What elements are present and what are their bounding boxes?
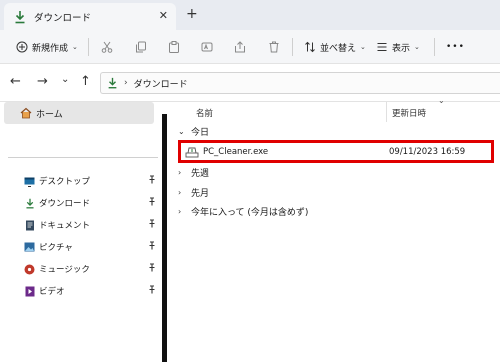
nav-item-label: ドキュメント bbox=[39, 221, 91, 231]
desktop-icon bbox=[24, 176, 35, 187]
file-row[interactable]: PC_Cleaner.exe 09/11/2023 16:59 bbox=[178, 140, 494, 163]
view-icon bbox=[377, 43, 387, 51]
copy-button[interactable] bbox=[135, 30, 147, 64]
column-header-date[interactable]: 更新日時 bbox=[392, 107, 426, 119]
chevron-down-icon: ⌄ bbox=[414, 43, 420, 51]
nav-pane-scrollbar[interactable] bbox=[162, 114, 167, 362]
group-label: 先月 bbox=[191, 188, 210, 199]
breadcrumb-downloads[interactable]: ダウンロード bbox=[134, 77, 188, 90]
breadcrumb-separator: › bbox=[124, 78, 128, 88]
pin-icon bbox=[148, 285, 156, 297]
share-icon bbox=[235, 41, 245, 53]
chevron-down-icon: ⌄ bbox=[360, 43, 366, 51]
download-icon bbox=[15, 10, 25, 23]
tab-downloads[interactable]: ダウンロード ✕ bbox=[4, 3, 176, 30]
nav-item-home[interactable]: ホーム bbox=[4, 102, 154, 124]
sort-indicator: ⌄ bbox=[438, 96, 445, 105]
nav-item-label: デスクトップ bbox=[39, 177, 91, 187]
command-bar: 新規作成 ⌄ 並べ替え ⌄ 表示 ⌄ ••• bbox=[0, 30, 500, 64]
sort-icon bbox=[305, 41, 315, 53]
view-button[interactable]: 表示 ⌄ bbox=[376, 30, 420, 64]
address-bar-row: ← → ⌄ ↑ › ダウンロード bbox=[0, 64, 500, 102]
chevron-right-icon: › bbox=[178, 167, 182, 177]
divider bbox=[8, 157, 158, 158]
nav-item-downloads[interactable]: ダウンロード bbox=[24, 194, 160, 212]
rename-button[interactable] bbox=[201, 30, 213, 64]
title-bar: ダウンロード ✕ + bbox=[0, 0, 500, 30]
home-icon bbox=[20, 107, 32, 119]
file-date: 09/11/2023 16:59 bbox=[389, 146, 466, 157]
pin-icon bbox=[148, 219, 156, 231]
nav-item-documents[interactable]: ドキュメント bbox=[24, 216, 160, 234]
nav-item-label: ミュージック bbox=[39, 265, 90, 275]
nav-item-label: ホーム bbox=[36, 109, 63, 120]
chevron-right-icon: › bbox=[178, 206, 182, 216]
nav-item-desktop[interactable]: デスクトップ bbox=[24, 172, 160, 190]
delete-icon bbox=[269, 41, 279, 53]
forward-button[interactable]: → bbox=[37, 75, 48, 89]
tab-title: ダウンロード bbox=[34, 12, 92, 24]
music-icon bbox=[24, 264, 35, 275]
view-label: 表示 bbox=[392, 43, 411, 54]
document-icon bbox=[24, 220, 35, 231]
sort-label: 並べ替え bbox=[320, 43, 357, 54]
close-tab-icon[interactable]: ✕ bbox=[159, 9, 168, 22]
new-icon bbox=[16, 41, 28, 53]
chevron-down-icon: ⌄ bbox=[178, 126, 185, 136]
pin-icon bbox=[148, 197, 156, 209]
chevron-down-icon: ⌄ bbox=[72, 43, 78, 51]
new-tab-button[interactable]: + bbox=[186, 7, 198, 21]
pictures-icon bbox=[24, 242, 35, 253]
paste-button[interactable] bbox=[168, 30, 180, 64]
column-headers: ⌄ 名前 更新日時 bbox=[170, 96, 500, 122]
new-label: 新規作成 bbox=[32, 43, 69, 54]
group-today[interactable]: ⌄ 今日 bbox=[178, 123, 209, 139]
group-earlier-this-year[interactable]: › 今年に入って (今月は含めず) bbox=[178, 203, 308, 219]
separator bbox=[434, 38, 435, 56]
installer-icon bbox=[185, 146, 199, 158]
back-button[interactable]: ← bbox=[10, 75, 21, 89]
group-last-month[interactable]: › 先月 bbox=[178, 184, 209, 200]
copy-icon bbox=[136, 41, 146, 53]
navigation-pane: ホーム デスクトップ ダウンロード ドキュメント ピクチャ ミュージック ビデオ bbox=[0, 102, 160, 362]
file-list: ⌄ 名前 更新日時 ⌄ 今日 PC_Cleaner.exe 09/11/2023… bbox=[170, 96, 500, 362]
recent-locations-button[interactable]: ⌄ bbox=[61, 73, 69, 87]
video-icon bbox=[24, 286, 35, 297]
nav-item-label: ビデオ bbox=[39, 287, 65, 297]
share-button[interactable] bbox=[234, 30, 246, 64]
address-field[interactable]: › ダウンロード bbox=[100, 72, 500, 94]
file-name: PC_Cleaner.exe bbox=[203, 146, 269, 157]
paste-icon bbox=[169, 41, 179, 53]
group-label: 先週 bbox=[191, 168, 210, 179]
group-label: 今年に入って (今月は含めず) bbox=[191, 207, 309, 218]
rename-icon bbox=[201, 42, 213, 52]
column-header-name[interactable]: 名前 bbox=[196, 107, 213, 119]
download-icon bbox=[108, 77, 117, 89]
more-options-button[interactable]: ••• bbox=[446, 30, 465, 64]
separator bbox=[88, 38, 89, 56]
separator bbox=[292, 38, 293, 56]
nav-item-pictures[interactable]: ピクチャ bbox=[24, 238, 160, 256]
pin-icon bbox=[148, 241, 156, 253]
group-label: 今日 bbox=[191, 127, 210, 138]
delete-button[interactable] bbox=[268, 30, 280, 64]
pin-icon bbox=[148, 175, 156, 187]
up-button[interactable]: ↑ bbox=[80, 75, 91, 89]
cut-button[interactable] bbox=[101, 30, 113, 64]
nav-item-music[interactable]: ミュージック bbox=[24, 260, 160, 278]
column-divider[interactable] bbox=[386, 102, 387, 122]
nav-item-label: ピクチャ bbox=[39, 243, 73, 253]
group-last-week[interactable]: › 先週 bbox=[178, 164, 209, 180]
nav-item-label: ダウンロード bbox=[39, 199, 91, 209]
nav-item-videos[interactable]: ビデオ bbox=[24, 282, 160, 300]
download-icon bbox=[24, 198, 35, 209]
pin-icon bbox=[148, 263, 156, 275]
chevron-right-icon: › bbox=[178, 187, 182, 197]
cut-icon bbox=[101, 41, 113, 53]
new-button[interactable]: 新規作成 ⌄ bbox=[16, 30, 78, 64]
sort-button[interactable]: 並べ替え ⌄ bbox=[304, 30, 366, 64]
